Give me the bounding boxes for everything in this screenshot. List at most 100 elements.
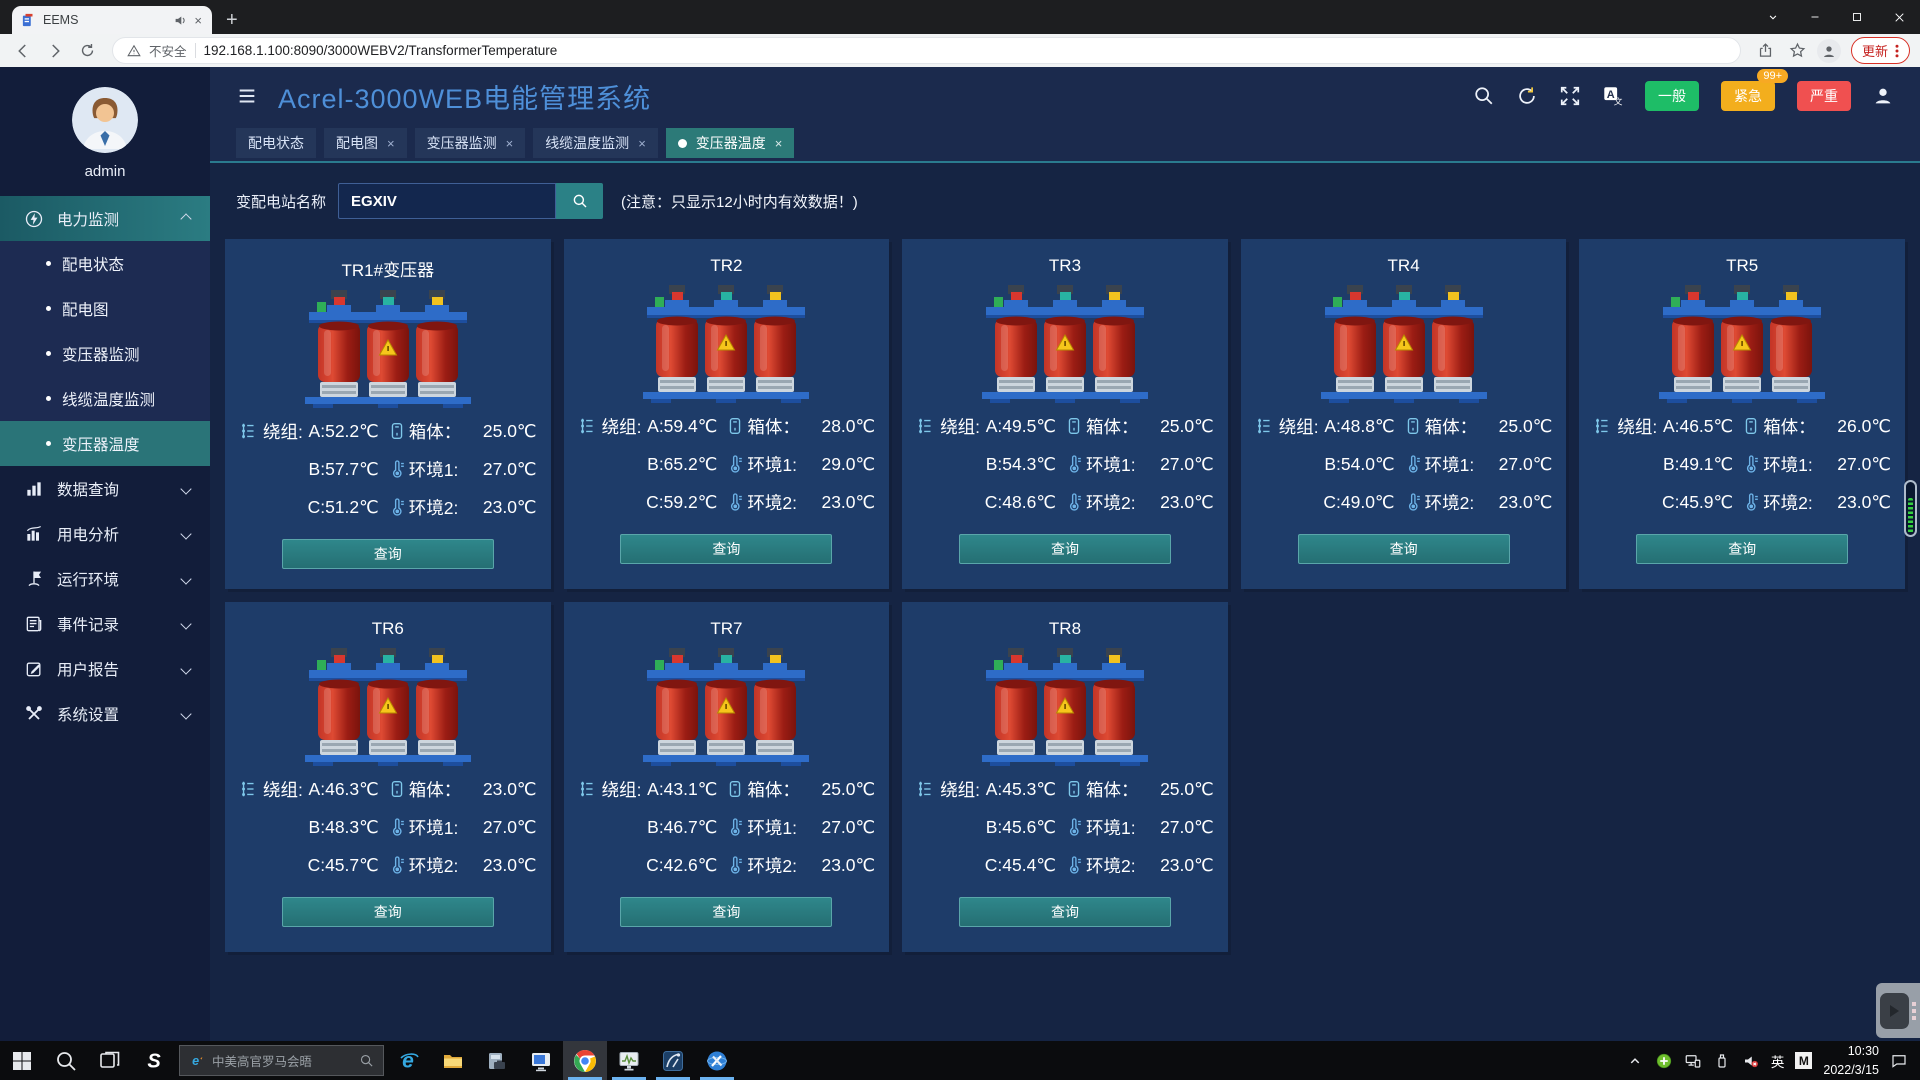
forward-icon[interactable]: [42, 38, 68, 64]
minimize-button[interactable]: [1794, 0, 1836, 34]
workspace-tab-bar: 配电状态配电图× 变压器监测×线缆温度监测× 变压器温度×: [210, 125, 1920, 163]
sidebar-subitem-0-2[interactable]: 变压器监测: [0, 331, 210, 376]
globe-tools-taskbar-button[interactable]: [695, 1041, 739, 1080]
workspace-tab-0[interactable]: 配电状态: [236, 128, 316, 158]
share-icon[interactable]: [1753, 38, 1779, 64]
tab-close-icon[interactable]: ×: [387, 136, 395, 151]
workspace-tab-3[interactable]: 线缆温度监测×: [533, 128, 658, 158]
workspace-tab-4[interactable]: 变压器温度×: [666, 128, 795, 158]
ime-indicator[interactable]: 英: [1771, 1051, 1785, 1071]
transformer-card: TR8: [902, 602, 1228, 952]
temp-row: B:49.1℃ 环境1: 27.0℃: [1593, 445, 1891, 483]
tab-close-icon[interactable]: ×: [638, 136, 646, 151]
station-name-label: 变配电站名称: [236, 191, 326, 212]
alarm-button-1[interactable]: 紧急99+: [1721, 81, 1775, 111]
sidebar-item-1[interactable]: 数据查询: [0, 466, 210, 511]
floating-side-widget[interactable]: [1876, 983, 1920, 1038]
sogou-taskbar-button[interactable]: S: [132, 1041, 176, 1080]
query-button[interactable]: 查询: [1636, 534, 1848, 564]
env1-label: 环境1:: [747, 815, 809, 840]
taskbar-search-box[interactable]: e 中美高官罗马会晤: [179, 1045, 384, 1076]
sidebar-subitem-0-3[interactable]: 线缆温度监测: [0, 376, 210, 421]
station-name-input[interactable]: [338, 183, 556, 219]
query-button[interactable]: 查询: [959, 897, 1171, 927]
winding-icon: [1255, 416, 1275, 436]
alarm-button-0[interactable]: 一般: [1645, 81, 1699, 111]
start-taskbar-button[interactable]: [0, 1041, 44, 1080]
tab-close-icon[interactable]: ×: [506, 136, 514, 151]
taskbar-clock[interactable]: 10:30 2022/3/15: [1823, 1042, 1879, 1078]
maximize-button[interactable]: [1836, 0, 1878, 34]
sidebar-item-6[interactable]: 系统设置: [0, 691, 210, 736]
user-avatar[interactable]: [72, 87, 138, 153]
sidebar-item-3[interactable]: 运行环境: [0, 556, 210, 601]
query-button[interactable]: 查询: [1298, 534, 1510, 564]
query-button[interactable]: 查询: [282, 539, 494, 569]
sidebar-item-5[interactable]: 用户报告: [0, 646, 210, 691]
sidebar-item-label: 用电分析: [57, 523, 119, 545]
user-icon[interactable]: [1872, 85, 1894, 107]
hamburger-menu-icon[interactable]: [236, 85, 258, 107]
alarm-button-2[interactable]: 严重: [1797, 81, 1851, 111]
winding-c-value: C:59.2℃: [646, 492, 717, 513]
translate-icon[interactable]: A文: [1602, 85, 1624, 107]
winding-b-value: B:57.7℃: [309, 459, 379, 480]
station-search-button[interactable]: [556, 183, 603, 219]
back-icon[interactable]: [10, 38, 36, 64]
battery-indicator-widget[interactable]: [1904, 480, 1917, 537]
monitor-app-taskbar-button[interactable]: [607, 1041, 651, 1080]
url-bar[interactable]: 不安全 192.168.1.100:8090/3000WEBV2/Transfo…: [112, 37, 1741, 64]
m-tray-badge[interactable]: M: [1795, 1052, 1812, 1069]
tab-close-icon[interactable]: ×: [775, 136, 783, 151]
search-icon[interactable]: [1473, 85, 1495, 107]
winding-b-value: B:54.0℃: [1324, 454, 1394, 475]
ie-taskbar-button[interactable]: e: [387, 1041, 431, 1080]
security-label[interactable]: 不安全: [149, 41, 187, 60]
query-button[interactable]: 查询: [959, 534, 1171, 564]
box-value: 25.0℃: [1160, 416, 1214, 437]
device-manager-taskbar-button[interactable]: [475, 1041, 519, 1080]
bookmark-star-icon[interactable]: [1785, 38, 1811, 64]
winding-label: 绕组:: [1617, 414, 1667, 439]
side-widget-icon: [1880, 993, 1909, 1029]
reload-icon[interactable]: [74, 38, 100, 64]
chrome-taskbar-button[interactable]: [563, 1041, 607, 1080]
app-header: Acrel-3000WEB电能管理系统 A文 一般紧急99+严重: [210, 67, 1920, 125]
task-view-taskbar-button[interactable]: [88, 1041, 132, 1080]
query-button[interactable]: 查询: [620, 534, 832, 564]
notification-center-icon[interactable]: [1890, 1052, 1908, 1070]
transformer-image: [970, 648, 1160, 766]
query-button[interactable]: 查询: [620, 897, 832, 927]
query-button[interactable]: 查询: [282, 897, 494, 927]
chevron-down-icon: [180, 708, 191, 719]
sidebar-item-4[interactable]: 事件记录: [0, 601, 210, 646]
tab-audio-icon[interactable]: [174, 14, 187, 27]
tab-close-icon[interactable]: ×: [194, 13, 202, 28]
box-value: 25.0℃: [1160, 779, 1214, 800]
sidebar-subitem-0-0[interactable]: 配电状态: [0, 241, 210, 286]
browser-tab[interactable]: EEMS ×: [12, 6, 212, 34]
winding-label: 绕组:: [940, 414, 990, 439]
query-analyzer-taskbar-button[interactable]: [651, 1041, 695, 1080]
sidebar-subitem-0-4[interactable]: 变压器温度: [0, 421, 210, 466]
workspace-tab-1[interactable]: 配电图×: [324, 128, 407, 158]
browser-update-button[interactable]: 更新: [1851, 37, 1910, 64]
temperature-table: 绕组: A:59.4℃ 箱体： 28.0℃ B:65.2℃ 环境1: 29.0℃…: [564, 407, 890, 521]
new-tab-button[interactable]: +: [226, 10, 238, 30]
env1-label: 环境1:: [1763, 452, 1825, 477]
browser-profile-icon[interactable]: [1817, 39, 1841, 63]
tab-search-chevron-icon[interactable]: [1752, 0, 1794, 34]
workspace-tab-2[interactable]: 变压器监测×: [415, 128, 526, 158]
sidebar-item-2[interactable]: 用电分析: [0, 511, 210, 556]
sidebar-item-label: 用户报告: [57, 658, 119, 680]
fullscreen-icon[interactable]: [1559, 85, 1581, 107]
file-explorer-taskbar-button[interactable]: [431, 1041, 475, 1080]
box-label: 箱体：: [1086, 777, 1148, 802]
url-text[interactable]: 192.168.1.100:8090/3000WEBV2/Transformer…: [204, 43, 558, 58]
display-app-taskbar-button[interactable]: [519, 1041, 563, 1080]
taskbar-search-taskbar-button[interactable]: [44, 1041, 88, 1080]
sidebar-subitem-0-1[interactable]: 配电图: [0, 286, 210, 331]
refresh-icon[interactable]: [1516, 85, 1538, 107]
close-button[interactable]: [1878, 0, 1920, 34]
sidebar-item-0[interactable]: 电力监测: [0, 196, 210, 241]
